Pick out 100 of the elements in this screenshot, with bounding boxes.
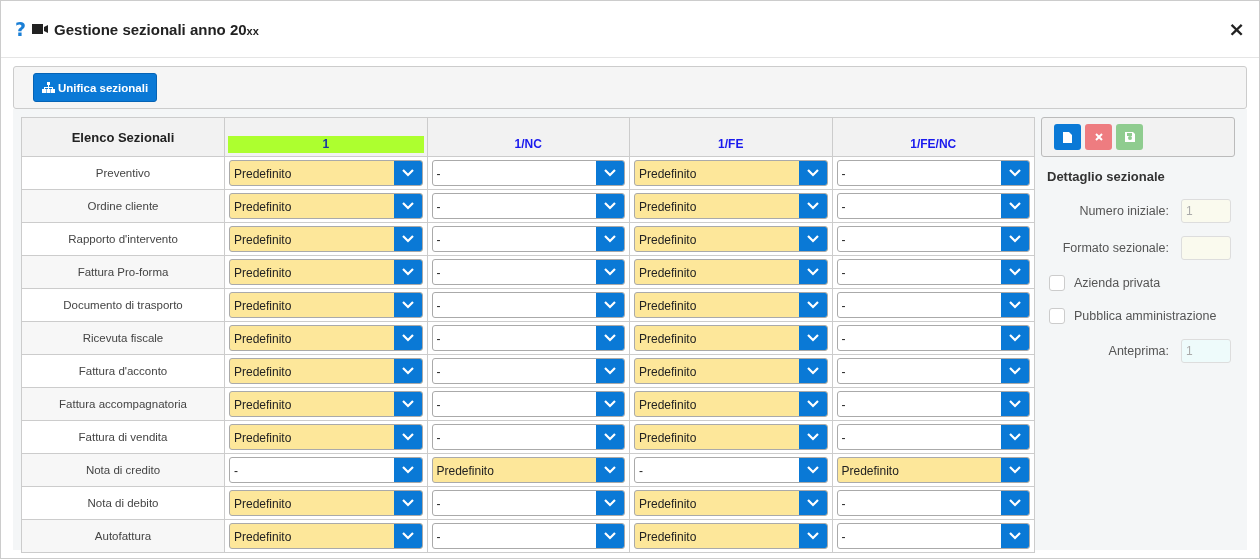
dropdown[interactable]: Predefinito — [229, 160, 423, 186]
row-label: Ricevuta fiscale — [21, 321, 225, 355]
dropdown[interactable]: Predefinito — [634, 226, 828, 252]
dropdown[interactable]: Predefinito — [634, 325, 828, 351]
dropdown[interactable]: - — [836, 226, 1030, 252]
caret-icon — [1009, 499, 1021, 507]
dropdown[interactable]: - — [836, 391, 1030, 417]
checkbox-label: Pubblica amministrazione — [1074, 308, 1217, 323]
dropdown[interactable]: - — [431, 424, 625, 450]
dropdown[interactable]: - — [431, 325, 625, 351]
checkbox[interactable] — [1049, 307, 1065, 324]
caret-icon — [806, 499, 819, 507]
dropdown[interactable]: Predefinito — [229, 424, 423, 450]
dropdown[interactable]: - — [431, 226, 625, 252]
dropdown[interactable]: - — [634, 457, 828, 483]
dropdown[interactable]: Predefinito — [634, 160, 828, 186]
dropdown[interactable]: - — [836, 193, 1030, 219]
dropdown[interactable]: - — [431, 160, 625, 186]
caret-icon — [604, 334, 616, 342]
caret-icon — [1009, 268, 1021, 276]
dropdown[interactable]: Predefinito — [229, 226, 423, 252]
sitemap-icon — [42, 82, 55, 93]
video-camera-icon — [32, 23, 49, 35]
dropdown[interactable]: Predefinito — [229, 391, 423, 417]
dropdown[interactable]: Predefinito — [634, 358, 828, 384]
help-icon[interactable]: ? — [15, 18, 27, 40]
dropdown[interactable]: - — [836, 325, 1030, 351]
save-button[interactable] — [1116, 124, 1143, 150]
dropdown[interactable]: Predefinito — [634, 259, 828, 285]
checkbox[interactable] — [1049, 274, 1065, 291]
caret-icon — [401, 235, 414, 243]
dropdown[interactable]: - — [836, 259, 1030, 285]
caret-icon — [1009, 235, 1021, 243]
dropdown[interactable]: Predefinito — [229, 292, 423, 318]
dropdown[interactable]: - — [431, 490, 625, 516]
caret-icon — [604, 400, 616, 408]
dropdown[interactable]: Predefinito — [634, 523, 828, 549]
dropdown[interactable]: Predefinito — [229, 193, 423, 219]
dropdown[interactable]: - — [431, 259, 625, 285]
caret-icon — [806, 268, 819, 276]
dropdown[interactable]: - — [431, 523, 625, 549]
dropdown[interactable]: - — [229, 457, 423, 483]
dropdown[interactable]: - — [431, 193, 625, 219]
dropdown[interactable]: Predefinito — [634, 292, 828, 318]
caret-icon — [1009, 466, 1021, 474]
caret-icon — [401, 334, 414, 342]
dropdown[interactable]: - — [431, 292, 625, 318]
caret-icon — [806, 400, 819, 408]
caret-icon — [401, 499, 414, 507]
caret-icon — [604, 202, 616, 210]
dropdown[interactable]: - — [431, 391, 625, 417]
new-button[interactable] — [1054, 124, 1081, 150]
dropdown[interactable]: Predefinito — [634, 391, 828, 417]
caret-icon — [604, 466, 616, 474]
column-header[interactable]: 1 — [228, 136, 424, 153]
dropdown[interactable]: Predefinito — [634, 193, 828, 219]
caret-icon — [604, 532, 616, 540]
dropdown[interactable]: - — [836, 292, 1030, 318]
caret-icon — [806, 301, 819, 309]
dropdown[interactable]: Predefinito — [634, 490, 828, 516]
caret-icon — [401, 202, 414, 210]
field-label: Formato sezionale: — [1062, 240, 1169, 255]
dropdown[interactable]: Predefinito — [634, 424, 828, 450]
row-label: Autofattura — [21, 519, 225, 553]
unify-button[interactable]: Unifica sezionali — [33, 73, 158, 102]
dropdown[interactable]: Predefinito — [229, 325, 423, 351]
caret-icon — [1009, 433, 1021, 441]
caret-icon — [604, 268, 616, 276]
caret-icon — [806, 466, 819, 474]
dropdown[interactable]: - — [431, 358, 625, 384]
close-icon — [1094, 133, 1103, 141]
row-label: Documento di trasporto — [21, 288, 225, 322]
caret-icon — [806, 169, 819, 177]
dropdown[interactable]: - — [836, 358, 1030, 384]
row-label: Preventivo — [21, 156, 225, 190]
document-icon — [1063, 131, 1072, 143]
dropdown[interactable]: - — [836, 490, 1030, 516]
close-button[interactable]: × — [1228, 17, 1245, 41]
caret-icon — [604, 235, 616, 243]
dropdown[interactable]: Predefinito — [229, 259, 423, 285]
dropdown[interactable]: Predefinito — [229, 523, 423, 549]
caret-icon — [806, 532, 819, 540]
row-label: Nota di debito — [21, 486, 225, 520]
caret-icon — [401, 169, 414, 177]
caret-icon — [401, 400, 414, 408]
caret-icon — [401, 301, 414, 309]
dropdown[interactable]: Predefinito — [229, 358, 423, 384]
dropdown[interactable]: Predefinito — [836, 457, 1030, 483]
delete-button[interactable] — [1085, 124, 1112, 150]
dropdown[interactable]: Predefinito — [431, 457, 625, 483]
caret-icon — [1009, 400, 1021, 408]
caret-icon — [401, 532, 414, 540]
dropdown[interactable]: - — [836, 424, 1030, 450]
dropdown[interactable]: - — [836, 160, 1030, 186]
checkbox-label: Azienda privata — [1074, 275, 1161, 290]
row-label: Fattura accompagnatoria — [21, 387, 225, 421]
dropdown[interactable]: - — [836, 523, 1030, 549]
window-title: Gestione sezionali anno 20xx — [54, 20, 259, 38]
dropdown[interactable]: Predefinito — [229, 490, 423, 516]
caret-icon — [806, 334, 819, 342]
